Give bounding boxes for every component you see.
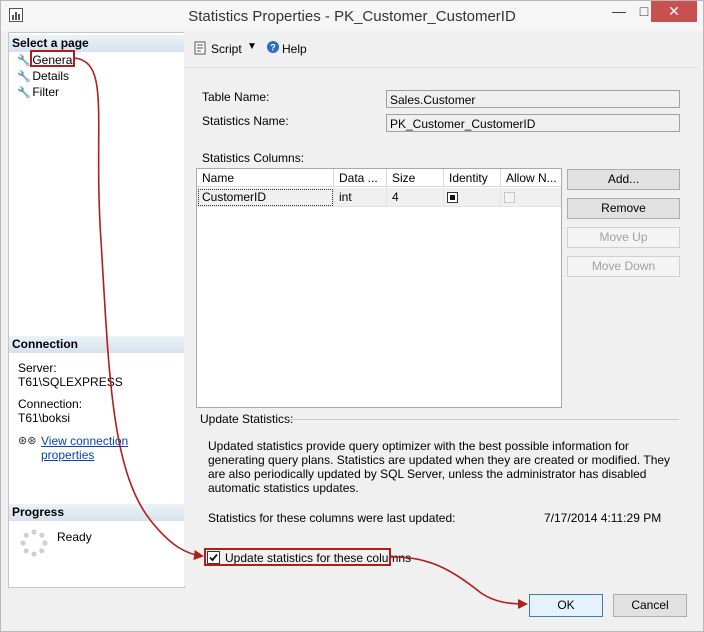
arrow-general-to-checkbox [74, 57, 204, 560]
annotation-arrows [74, 57, 528, 609]
dialog-window: Statistics Properties - PK_Customer_Cust… [0, 0, 704, 632]
arrow-checkbox-to-ok [390, 556, 528, 609]
